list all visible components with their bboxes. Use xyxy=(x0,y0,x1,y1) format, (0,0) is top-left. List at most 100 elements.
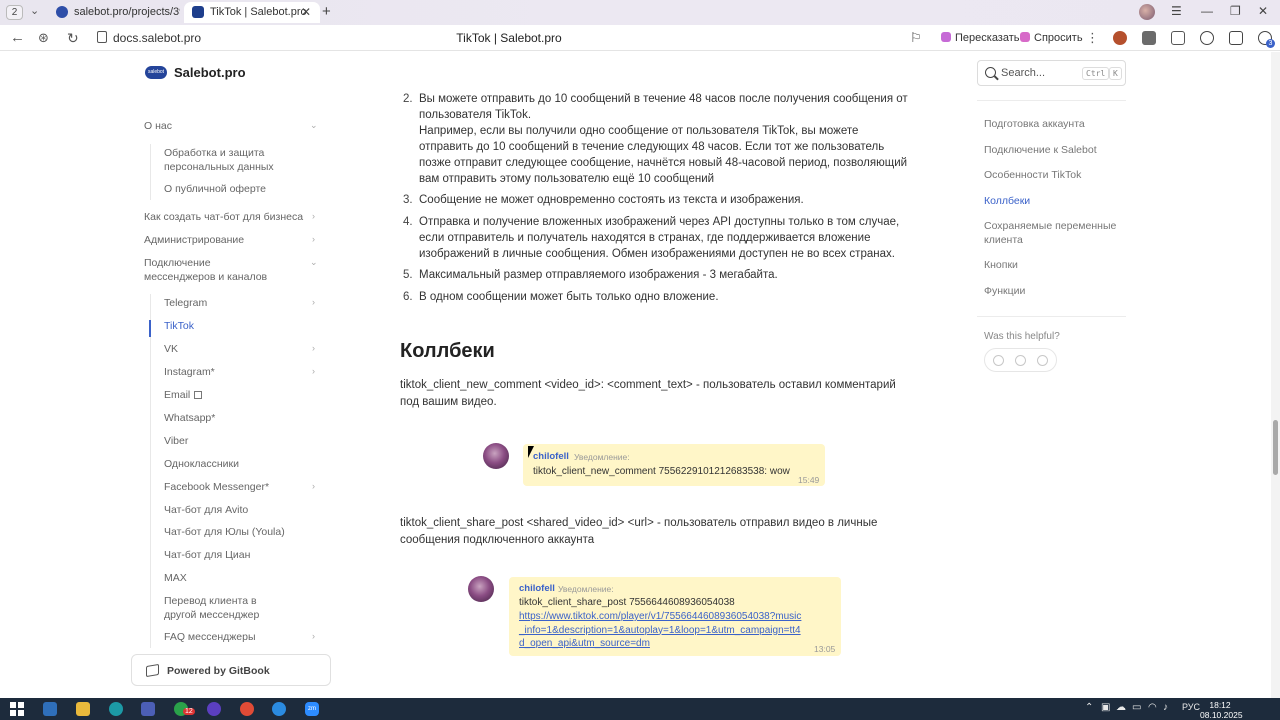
sidebar-item-messengers[interactable]: Подключение мессенджеров и каналов xyxy=(144,257,269,284)
sidebar-item-max[interactable]: MAX xyxy=(164,572,187,586)
sidebar-item-facebook[interactable]: Facebook Messenger* xyxy=(164,481,269,495)
sidebar-item-personal-data[interactable]: Обработка и защита персональных данных xyxy=(164,147,284,174)
salebot-logo-icon[interactable]: salebot xyxy=(145,66,167,79)
search-icon xyxy=(985,67,996,78)
chevron-right-icon[interactable]: › xyxy=(312,234,315,244)
sidebar-item-vk[interactable]: VK xyxy=(164,343,178,357)
tab-salebot-projects[interactable]: salebot.pro/projects/3939 xyxy=(56,2,180,23)
media-play-icon[interactable] xyxy=(1200,31,1214,45)
sidebar-item-odnoklassniki[interactable]: Одноклассники xyxy=(164,458,239,472)
telegram-icon[interactable] xyxy=(272,702,286,716)
scrollbar-thumb[interactable] xyxy=(1273,420,1278,475)
gitbook-icon xyxy=(146,663,159,678)
toc-item-saved-variables[interactable]: Сохраняемые переменные клиента xyxy=(984,220,1119,247)
active-browser-icon[interactable] xyxy=(141,702,155,716)
search-placeholder: Search... xyxy=(1001,67,1046,79)
chevron-right-icon[interactable]: › xyxy=(312,481,315,491)
search-input[interactable]: Search... Ctrl K xyxy=(977,60,1126,86)
message-link[interactable]: https://www.tiktok.com/player/v1/7556644… xyxy=(519,610,804,651)
calculator-icon[interactable] xyxy=(43,702,57,716)
messenger-app-icon[interactable] xyxy=(207,702,221,716)
toc-item-connect-salebot[interactable]: Подключение к Salebot xyxy=(984,144,1124,158)
sidebar-item-avito[interactable]: Чат-бот для Avito xyxy=(164,504,248,518)
sidebar-item-faq[interactable]: FAQ мессенджеры xyxy=(164,631,256,645)
message-note: Уведомление: xyxy=(574,452,630,462)
new-tab-icon[interactable]: + xyxy=(322,3,331,20)
sidebar-item-tiktok[interactable]: TikTok xyxy=(164,320,194,334)
section-heading-callbacks: Коллбеки xyxy=(400,340,495,362)
toc-item-functions[interactable]: Функции xyxy=(984,285,1124,299)
zoom-icon[interactable]: zm xyxy=(305,702,319,716)
message-time: 13:05 xyxy=(814,644,836,654)
more-options-icon[interactable]: ⋮ xyxy=(1086,29,1099,47)
sidebar-item-cian[interactable]: Чат-бот для Циан xyxy=(164,549,250,563)
edge-browser-icon[interactable] xyxy=(109,702,123,716)
chevron-down-icon[interactable]: ⌄ xyxy=(310,257,318,268)
maximize-icon[interactable]: ❐ xyxy=(1230,4,1241,18)
sidebar-item-about[interactable]: О нас xyxy=(144,120,172,134)
toc-item-buttons[interactable]: Кнопки xyxy=(984,259,1124,273)
sidebar-item-create-bot[interactable]: Как создать чат-бот для бизнеса xyxy=(144,211,303,225)
close-tab-icon[interactable]: ✕ xyxy=(301,2,311,23)
tab-tiktok-docs[interactable]: TikTok | Salebot.pro ✕ xyxy=(184,2,320,23)
tray-chevron-up-icon[interactable]: ⌃ xyxy=(1085,702,1093,713)
message-sender: chilofell xyxy=(533,451,569,462)
happy-face-icon[interactable] xyxy=(993,355,1004,366)
menu-icon[interactable]: ☰ xyxy=(1171,4,1182,18)
toc-item-tiktok-features[interactable]: Особенности TikTok xyxy=(984,169,1124,183)
sidebar-item-administration[interactable]: Администрирование xyxy=(144,234,244,248)
site-logo-text[interactable]: Salebot.pro xyxy=(174,65,246,80)
kbd-ctrl: Ctrl xyxy=(1082,67,1110,80)
clock[interactable]: 18:12 08.10.2025 xyxy=(1200,700,1243,720)
active-indicator xyxy=(149,320,151,337)
toc-item-callbacks[interactable]: Коллбеки xyxy=(984,195,1124,209)
neutral-face-icon[interactable] xyxy=(1015,355,1026,366)
tray-cloud-icon[interactable]: ☁ xyxy=(1116,702,1126,713)
retell-button[interactable]: Пересказать xyxy=(941,29,1020,47)
chevron-right-icon[interactable]: › xyxy=(312,343,315,353)
chevron-right-icon[interactable]: › xyxy=(312,631,315,641)
chevron-right-icon[interactable]: › xyxy=(312,297,315,307)
chevron-right-icon[interactable]: › xyxy=(312,366,315,376)
sidebar-item-public-offer[interactable]: О публичной оферте xyxy=(164,183,266,197)
ask-button[interactable]: Спросить xyxy=(1020,29,1083,47)
volume-icon[interactable]: ♪ xyxy=(1163,702,1168,713)
sidebar-item-whatsapp[interactable]: Whatsapp* xyxy=(164,412,215,426)
tab-count-badge[interactable]: 2 xyxy=(6,5,23,20)
minimize-icon[interactable]: — xyxy=(1201,4,1213,18)
sidebar-item-youla[interactable]: Чат-бот для Юлы (Youla) xyxy=(164,526,285,540)
chevron-down-icon[interactable]: ⌄ xyxy=(310,120,318,131)
sad-face-icon[interactable] xyxy=(1037,355,1048,366)
sidebar-item-telegram[interactable]: Telegram xyxy=(164,297,207,311)
feedback-rating xyxy=(984,348,1057,372)
wifi-icon[interactable]: ◠ xyxy=(1148,702,1157,713)
windows-start-icon[interactable] xyxy=(10,702,24,716)
unread-badge: 12 xyxy=(183,708,195,715)
chevron-right-icon[interactable]: › xyxy=(312,211,315,221)
close-window-icon[interactable]: ✕ xyxy=(1258,4,1268,18)
sidebar-item-email[interactable]: Email xyxy=(164,389,203,403)
sidebar-item-transfer[interactable]: Перевод клиента в другой мессенджер xyxy=(164,595,274,622)
language-indicator[interactable]: РУС xyxy=(1182,702,1200,712)
extension-hat-icon[interactable] xyxy=(1142,31,1156,45)
extensions-puzzle-icon[interactable] xyxy=(1171,31,1185,45)
toc-item-account-prep[interactable]: Подготовка аккаунта xyxy=(984,118,1124,132)
message-bubble-1: chilofell Уведомление: tiktok_client_new… xyxy=(523,444,825,486)
sidebar-item-viber[interactable]: Viber xyxy=(164,435,188,449)
bookmark-icon[interactable]: ⚐ xyxy=(910,30,922,46)
file-explorer-icon[interactable] xyxy=(76,702,90,716)
avatar xyxy=(468,576,494,602)
extension-avatar-icon[interactable] xyxy=(1113,31,1127,45)
message-note: Уведомление: xyxy=(558,584,614,594)
tray-network-icon[interactable]: ▭ xyxy=(1132,702,1141,713)
sidebar-item-instagram[interactable]: Instagram* xyxy=(164,366,215,380)
tray-app-icon[interactable]: ▣ xyxy=(1101,702,1110,713)
downloads-icon[interactable] xyxy=(1229,31,1243,45)
profile-avatar[interactable] xyxy=(1139,4,1155,20)
address-bar: ← ⊛ ↻ docs.salebot.pro TikTok | Salebot.… xyxy=(0,25,1280,51)
page-scrollbar[interactable] xyxy=(1271,52,1280,698)
browser-tab-bar: 2 ⌄ salebot.pro/projects/3939 TikTok | S… xyxy=(0,0,1280,25)
chrome-icon[interactable] xyxy=(240,702,254,716)
powered-by-gitbook[interactable]: Powered by GitBook xyxy=(131,654,331,686)
tab-list-chevron-icon[interactable]: ⌄ xyxy=(30,4,39,17)
